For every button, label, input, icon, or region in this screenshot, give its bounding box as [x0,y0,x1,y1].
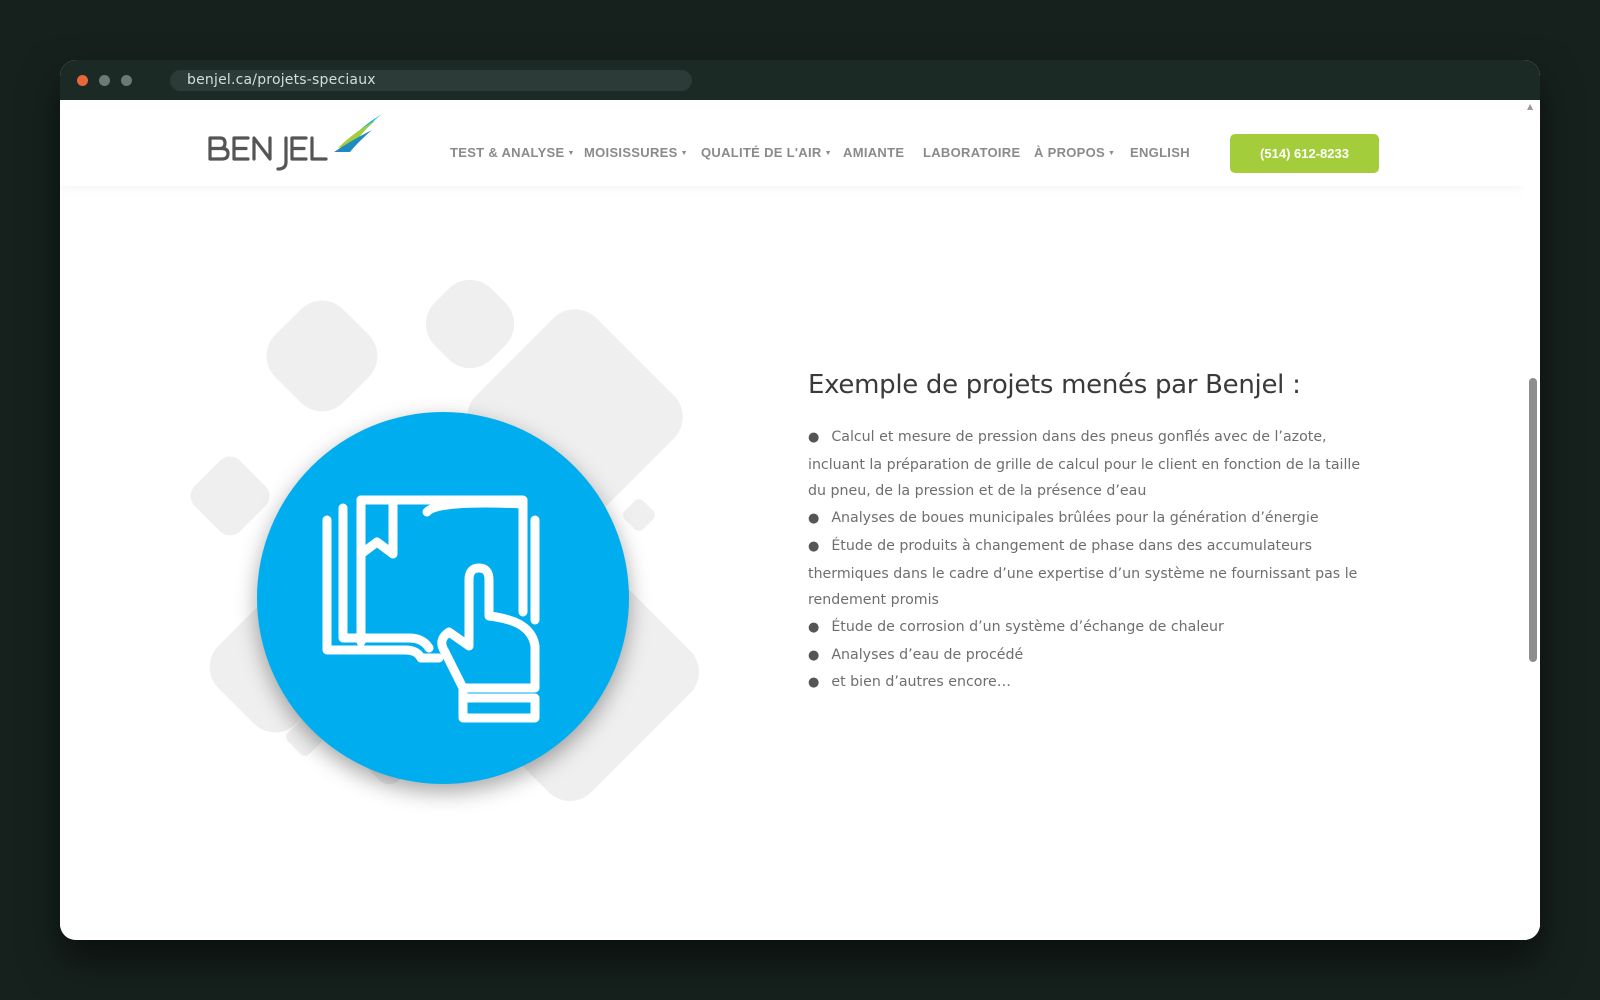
bullet-icon: ● [808,647,820,663]
minimize-window-button[interactable] [99,75,110,86]
chevron-down-icon: ▼ [1108,150,1116,157]
scrollbar[interactable]: ▲ [1524,100,1540,940]
maximize-window-button[interactable] [121,75,132,86]
bullet-icon: ● [808,430,820,445]
bullet-icon: ● [808,619,820,635]
nav-item-moisissures[interactable]: MOISISSURES ▼ [584,145,688,160]
decorative-shape [184,450,276,542]
bullet-icon: ● [808,675,820,691]
scroll-up-arrow-icon[interactable]: ▲ [1527,102,1533,111]
nav-item-qualite-air[interactable]: QUALITÉ DE L'AIR ▼ [701,145,832,160]
title-bar: benjel.ca/projets-speciaux [60,60,1540,100]
address-bar[interactable]: benjel.ca/projets-speciaux [170,70,692,91]
browser-window: benjel.ca/projets-speciaux TEST & ANALYS… [60,60,1540,940]
list-item: ● Étude de corrosion d’un système d’échan… [808,618,1224,635]
nav-item-amiante[interactable]: AMIANTE [843,145,904,160]
chevron-down-icon: ▼ [824,150,832,157]
nav-item-a-propos[interactable]: À PROPOS ▼ [1034,145,1115,160]
nav-item-laboratoire[interactable]: LABORATOIRE [923,145,1020,160]
list-item: ● Analyses d’eau de procédé [808,646,1024,663]
bullet-icon: ● [808,538,820,554]
page-viewport: TEST & ANALYSE ▼ MOISISSURES ▼ QUALITÉ DE … [60,100,1540,940]
benjel-logo[interactable] [206,112,382,174]
nav-item-english[interactable]: ENGLISH [1130,145,1190,160]
decorative-shape [254,288,390,424]
list-item: ● Étude de produits à changement de phase… [808,537,1358,609]
icon-circle [257,412,629,784]
chevron-down-icon: ▼ [567,150,575,157]
list-item: ● Analyses de boues municipales brûlées p… [808,510,1319,527]
projects-list: ● Calcul et mesure de pression dans des p… [808,424,1378,697]
nav-item-test-analyse[interactable]: TEST & ANALYSE ▼ [450,145,575,160]
decorative-shape [620,496,658,534]
site-header: TEST & ANALYSE ▼ MOISISSURES ▼ QUALITÉ DE … [60,100,1524,186]
chevron-down-icon: ▼ [680,150,688,157]
projects-section: Exemple de projets menés par Benjel : ● C… [808,370,1378,697]
list-item: ● Calcul et mesure de pression dans des p… [808,429,1361,500]
close-window-button[interactable] [77,75,88,86]
scrollbar-thumb[interactable] [1529,378,1537,662]
bullet-icon: ● [808,511,820,527]
list-item: ● et bien d’autres encore… [808,674,1011,691]
phone-button[interactable]: (514) 612-8233 [1230,134,1379,173]
book-hand-pointer-icon [322,495,540,723]
section-heading: Exemple de projets menés par Benjel : [808,370,1301,400]
